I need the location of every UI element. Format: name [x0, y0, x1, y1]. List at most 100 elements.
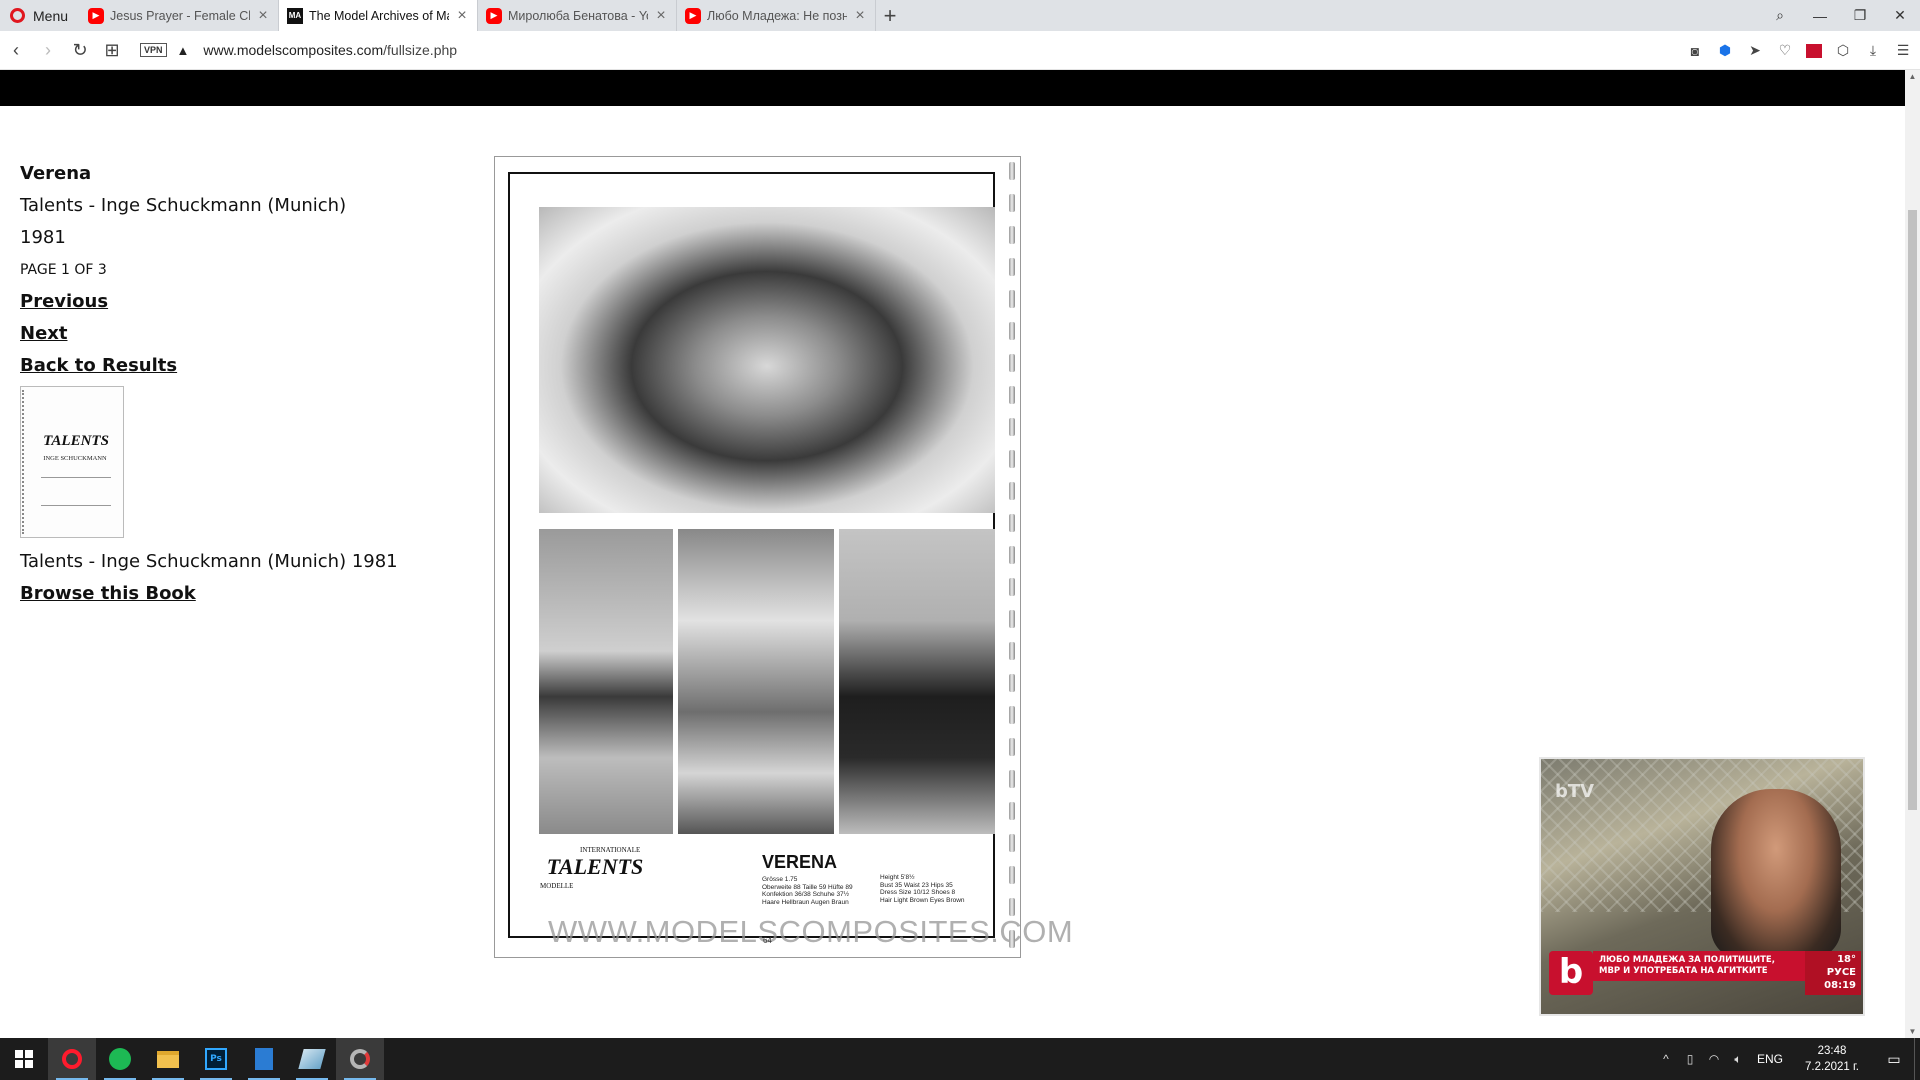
stat-line: Haare Hellbraun Augen Braun: [762, 898, 849, 906]
document-icon: [255, 1048, 273, 1070]
taskbar-file-explorer[interactable]: [144, 1038, 192, 1080]
close-window-button[interactable]: ✕: [1880, 7, 1920, 24]
youtube-icon: ▶: [88, 7, 104, 24]
brand-small-text: INTERNATIONALE: [580, 846, 641, 854]
volume-icon[interactable]: 🔈︎: [1726, 1052, 1750, 1067]
browse-book-link[interactable]: Browse this Book: [20, 583, 196, 604]
extension-icon[interactable]: [1806, 43, 1822, 58]
tab-title: The Model Archives of Ma: [309, 8, 449, 23]
taskbar-spotify[interactable]: [96, 1038, 144, 1080]
fashion-photo: [839, 529, 995, 834]
close-icon[interactable]: ×: [654, 7, 668, 25]
spiral-coil: [1009, 354, 1015, 372]
window-controls: ⌕ — ❐ ✕: [1760, 0, 1920, 31]
taskbar-photoshop[interactable]: Ps: [192, 1038, 240, 1080]
spiral-coil: [1009, 898, 1015, 916]
send-icon[interactable]: ➤: [1746, 42, 1764, 59]
reload-button[interactable]: ↻: [64, 31, 96, 70]
show-desktop-button[interactable]: [1914, 1038, 1920, 1080]
previous-link[interactable]: Previous: [20, 291, 108, 312]
spiral-coil: [1009, 578, 1015, 596]
usb-icon[interactable]: ▯: [1678, 1052, 1702, 1066]
header-band: [0, 70, 1905, 106]
spiral-coil: [1009, 642, 1015, 660]
taskbar-document[interactable]: [240, 1038, 288, 1080]
headline-line: ЛЮБО МЛАДЕЖА ЗА ПОЛИТИЦИТЕ,: [1599, 955, 1775, 965]
clock[interactable]: 23:48 7.2.2021 г.: [1790, 1043, 1874, 1075]
book-cover-thumbnail[interactable]: TALENTS INGE SCHUCKMANN: [20, 386, 124, 538]
close-icon[interactable]: ×: [853, 7, 867, 25]
page-scrollbar[interactable]: ▲ ▼: [1905, 70, 1920, 1038]
composite-card-image: INTERNATIONALE TALENTS MODELLE VERENA Gr…: [494, 156, 1073, 958]
close-icon[interactable]: ×: [256, 7, 270, 25]
new-tab-button[interactable]: +: [876, 0, 904, 31]
stat-line: Oberweite 88 Taille 59 Hüfte 89: [762, 883, 853, 891]
wifi-icon[interactable]: ◠: [1702, 1052, 1726, 1066]
model-archives-icon: MA: [287, 7, 303, 24]
city: РУСЕ: [1826, 967, 1856, 978]
agency-name: Talents - Inge Schuckmann (Munich): [20, 195, 347, 216]
opera-icon: [62, 1049, 82, 1069]
shield-icon[interactable]: ⬢: [1716, 42, 1734, 59]
notification-icon[interactable]: ▭: [1874, 1051, 1914, 1068]
close-icon[interactable]: ×: [455, 7, 469, 25]
forward-button[interactable]: ›: [32, 31, 64, 70]
tab-model-archives[interactable]: MA The Model Archives of Ma ×: [279, 0, 478, 31]
opera-menu-button[interactable]: Menu: [0, 0, 80, 31]
brand-small-text: MODELLE: [540, 882, 574, 890]
divider: [41, 477, 111, 478]
spiral-coil: [1009, 226, 1015, 244]
easy-setup-icon[interactable]: ☰: [1894, 42, 1912, 59]
spiral-coil: [1009, 322, 1015, 340]
address-bar-actions: ◙ ⬢ ➤ ♡ ⬡ ⤓ ☰: [1686, 31, 1912, 70]
spiral-coil: [1009, 802, 1015, 820]
cube-icon[interactable]: ⬡: [1834, 42, 1852, 59]
system-tray: ^ ▯ ◠ 🔈︎ ENG 23:48 7.2.2021 г. ▭: [1654, 1038, 1920, 1080]
back-to-results-link[interactable]: Back to Results: [20, 355, 177, 376]
camera-icon[interactable]: ◙: [1686, 43, 1704, 59]
stat-line: Dress Size 10/12 Shoes 8: [880, 889, 956, 896]
spiral-coil: [1009, 258, 1015, 276]
rollerskate-photo: [678, 529, 834, 834]
weather-time-box: 18° РУСЕ 08:19: [1805, 951, 1861, 995]
scroll-down-icon[interactable]: ▼: [1905, 1027, 1920, 1036]
warning-icon[interactable]: ▲: [177, 43, 190, 58]
url-field[interactable]: www.modelscomposites.com/fullsize.php: [203, 42, 457, 58]
swimsuit-photo: [539, 529, 673, 834]
scrollbar-thumb[interactable]: [1908, 210, 1917, 810]
tab-title: Jesus Prayer - Female Choir: [110, 8, 250, 23]
taskbar-opera-gx[interactable]: [336, 1038, 384, 1080]
composite-model-name: VERENA: [762, 852, 838, 872]
search-tabs-icon[interactable]: ⌕: [1760, 7, 1800, 24]
spiral-coil: [1009, 450, 1015, 468]
back-button[interactable]: ‹: [0, 31, 32, 70]
photoshop-icon: Ps: [205, 1048, 227, 1070]
page-indicator: PAGE 1 OF 3: [20, 262, 107, 278]
taskbar-opera[interactable]: [48, 1038, 96, 1080]
heart-icon[interactable]: ♡: [1776, 42, 1794, 59]
start-button[interactable]: [0, 1038, 48, 1080]
taskbar-app[interactable]: [288, 1038, 336, 1080]
spiral-coil: [1009, 738, 1015, 756]
chevron-up-icon[interactable]: ^: [1654, 1052, 1678, 1066]
spiral-coil: [1009, 834, 1015, 852]
spiral-coil: [1009, 194, 1015, 212]
thumb-sub: INGE SCHUCKMANN: [43, 455, 107, 462]
tab-jesus-prayer[interactable]: ▶ Jesus Prayer - Female Choir ×: [80, 0, 279, 31]
tab-bar: Menu ▶ Jesus Prayer - Female Choir × MA …: [0, 0, 1920, 31]
headshot-photo: [539, 207, 995, 513]
minimize-button[interactable]: —: [1800, 8, 1840, 24]
talents-logo: TALENTS: [546, 854, 644, 879]
video-popout-player[interactable]: bTV b ЛЮБО МЛАДЕЖА ЗА ПОЛИТИЦИТЕ, МВР И …: [1539, 757, 1865, 1016]
scroll-up-icon[interactable]: ▲: [1905, 72, 1920, 81]
restore-button[interactable]: ❐: [1840, 7, 1880, 24]
next-link[interactable]: Next: [20, 323, 68, 344]
youtube-icon: ▶: [486, 7, 502, 24]
tab-lyubo-mladezha[interactable]: ▶ Любо Младежа: Не позна ×: [677, 0, 876, 31]
vpn-badge[interactable]: VPN: [140, 43, 167, 57]
download-icon[interactable]: ⤓: [1864, 42, 1882, 59]
language-indicator[interactable]: ENG: [1750, 1052, 1790, 1066]
info-sidebar: Verena Talents - Inge Schuckmann (Munich…: [20, 158, 440, 610]
speed-dial-icon[interactable]: ⊞: [96, 31, 128, 70]
tab-miroluba[interactable]: ▶ Миролюба Бенатова - YouTube ×: [478, 0, 677, 31]
